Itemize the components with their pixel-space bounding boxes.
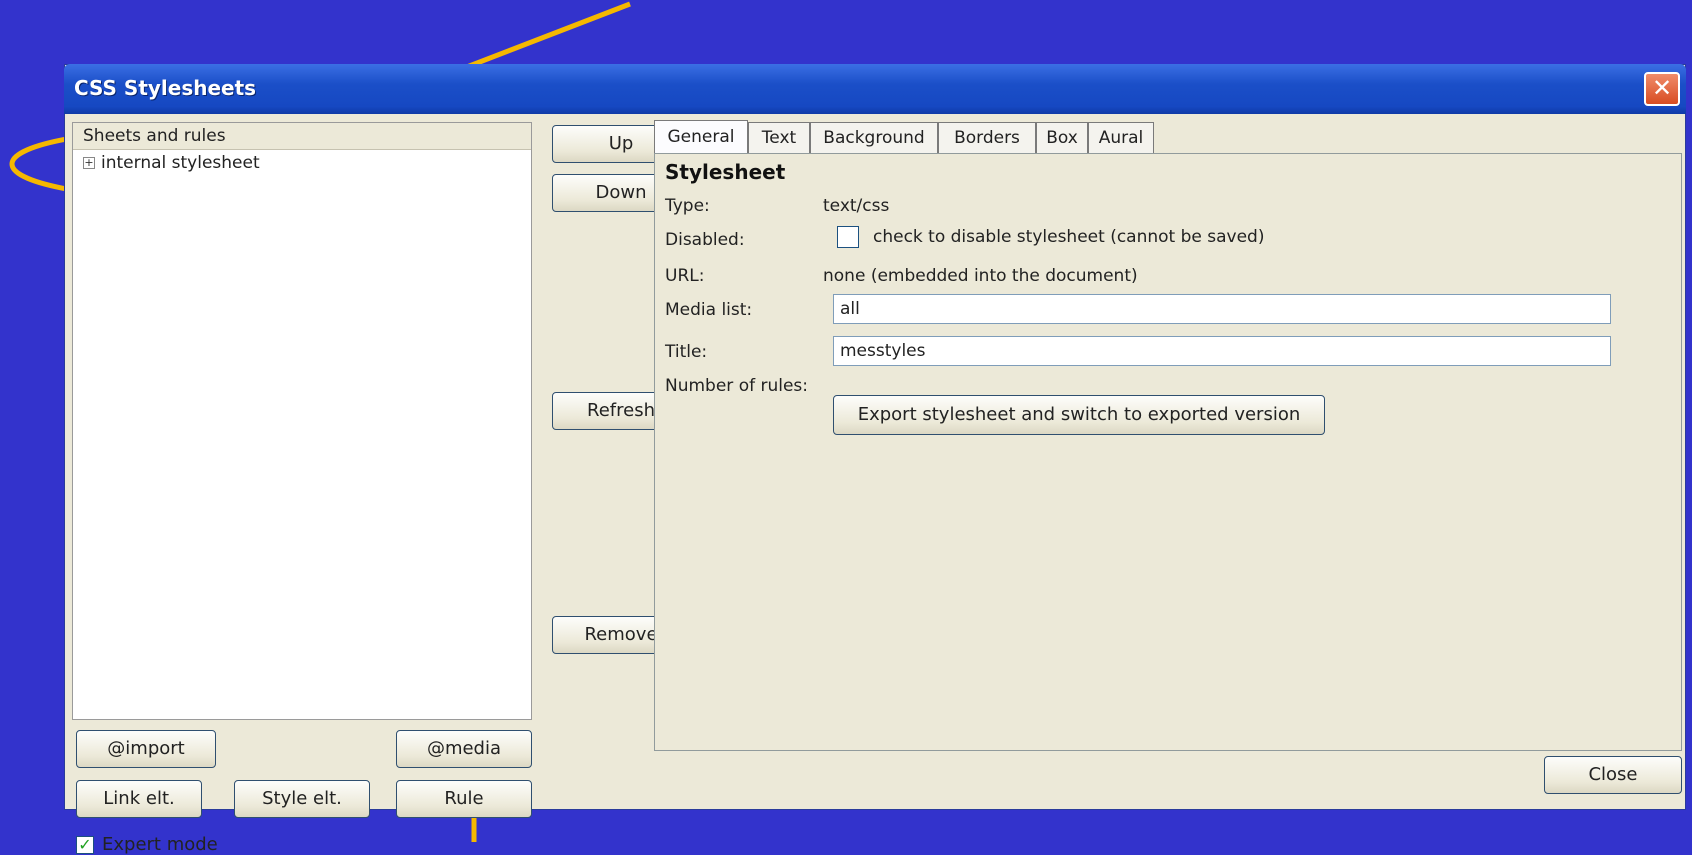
expert-mode-option[interactable]: ✓ Expert mode [76,834,218,855]
title-label: Title: [665,342,708,362]
tree-header: Sheets and rules [73,123,531,150]
css-stylesheets-dialog: CSS Stylesheets ✕ Sheets and rules + int… [64,64,1686,855]
style-elt-button[interactable]: Style elt. [234,780,370,818]
rule-button[interactable]: Rule [396,780,532,818]
media-button[interactable]: @media [396,730,532,768]
expert-mode-label: Expert mode [102,834,218,855]
disabled-label: Disabled: [665,230,745,250]
title-bar[interactable]: CSS Stylesheets ✕ [64,64,1686,114]
tab-background[interactable]: Background [810,122,938,153]
title-input[interactable]: messtyles [833,336,1611,366]
type-value: text/css [823,196,890,216]
expand-icon[interactable]: + [83,157,95,169]
tree-item-internal-stylesheet[interactable]: + internal stylesheet [73,150,531,176]
import-button[interactable]: @import [76,730,216,768]
number-of-rules-label: Number of rules: [665,376,809,396]
tab-borders[interactable]: Borders [938,122,1036,153]
url-label: URL: [665,266,705,286]
tab-box[interactable]: Box [1036,122,1088,153]
stylesheet-heading: Stylesheet [665,160,786,184]
disabled-checkbox-label: check to disable stylesheet (cannot be s… [873,227,1265,247]
close-button[interactable]: Close [1544,756,1682,794]
export-stylesheet-button[interactable]: Export stylesheet and switch to exported… [833,395,1325,435]
tree-item-label: internal stylesheet [101,153,260,173]
link-elt-button[interactable]: Link elt. [76,780,202,818]
expert-mode-checkbox[interactable]: ✓ [76,835,94,854]
media-list-label: Media list: [665,300,753,320]
close-window-icon[interactable]: ✕ [1644,72,1680,106]
sheets-tree[interactable]: Sheets and rules + internal stylesheet [72,122,532,720]
tab-text[interactable]: Text [748,122,810,153]
tab-aural[interactable]: Aural [1088,122,1154,153]
tab-general[interactable]: General [654,120,748,153]
url-value: none (embedded into the document) [823,266,1138,286]
media-list-input[interactable]: all [833,294,1611,324]
type-label: Type: [665,196,710,216]
disabled-option[interactable]: check to disable stylesheet (cannot be s… [837,226,1264,248]
disabled-checkbox[interactable] [837,226,859,248]
window-title: CSS Stylesheets [74,76,257,100]
general-panel: Stylesheet Type: text/css Disabled: chec… [654,153,1682,751]
